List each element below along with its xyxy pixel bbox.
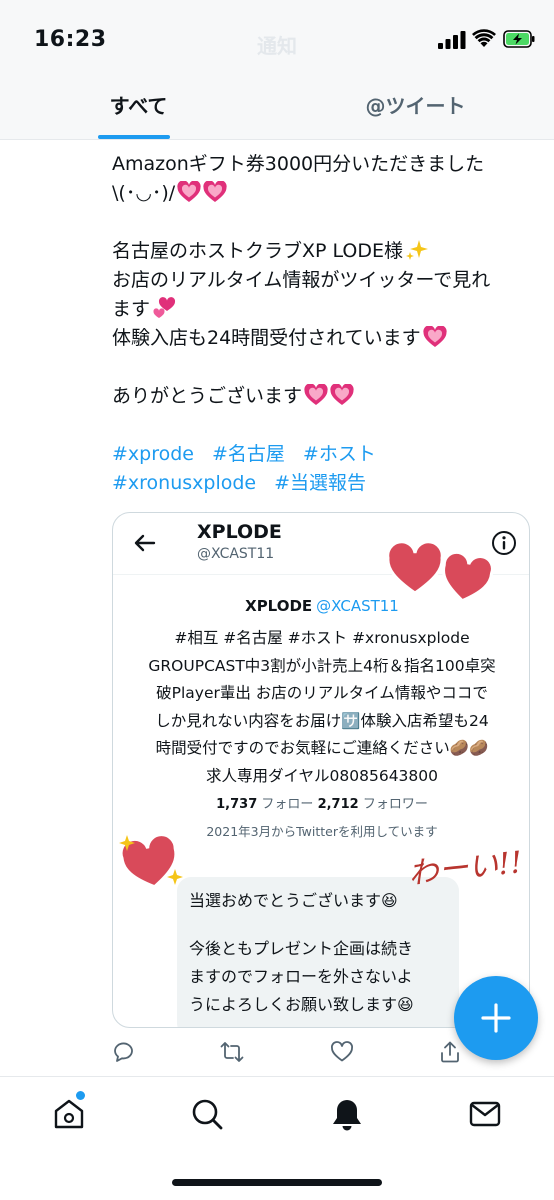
tweet-line: \(･◡･)/ <box>112 179 542 208</box>
tab-mentions[interactable]: @ツイート <box>277 80 554 140</box>
hashtag-link[interactable]: #名古屋 <box>212 443 285 465</box>
bottom-navigation <box>0 1076 554 1200</box>
tweet-line: ありがとうございます <box>112 382 542 411</box>
bio-line: 破Player輩出 お店のリアルタイム情報やココで <box>156 684 488 702</box>
followers-count: 2,712 <box>317 797 359 812</box>
two-hearts-icon <box>153 297 176 318</box>
dm-line: うによろしくお願い致します😆 <box>189 995 414 1014</box>
wifi-icon <box>472 29 496 47</box>
tweet-line: お店のリアルタイム情報がツイッターで見れ <box>112 269 491 291</box>
home-icon[interactable] <box>52 1097 86 1131</box>
hashtag-link[interactable]: #xprode <box>112 443 194 465</box>
tweet-line: ます <box>112 295 542 324</box>
hashtag-list: #xprode #名古屋 #ホスト #xronusxplode #当選報告 <box>112 440 542 498</box>
messages-icon[interactable] <box>468 1097 502 1131</box>
bio-line: 時間受付ですのでお気軽にご連絡ください🥔🥔 <box>155 739 489 757</box>
sparkling-heart-icon <box>330 384 354 405</box>
sparkling-heart-icon <box>423 326 447 347</box>
dm-line: 当選おめでとうございます😆 <box>189 891 398 910</box>
compose-tweet-button[interactable] <box>454 976 538 1060</box>
plus-icon <box>481 1003 511 1033</box>
sparkling-heart-icon <box>177 181 201 202</box>
search-icon[interactable] <box>190 1097 224 1131</box>
sparkling-heart-icon <box>304 384 328 405</box>
tweet-line: Amazonギフト券3000円分いただきました <box>112 153 485 175</box>
tweet-line: 名古屋のホストクラブXP LODE様 <box>112 237 542 266</box>
bio-line: GROUPCAST中3割が小計売上4桁＆指名100卓突 <box>148 656 496 675</box>
hashtag-link[interactable]: #xronusxplode <box>112 472 256 494</box>
active-tab-indicator <box>98 135 170 139</box>
retweet-icon[interactable] <box>220 1040 244 1064</box>
sparkling-heart-icon <box>203 181 227 202</box>
sparkles-icon <box>406 240 429 260</box>
followers-label: フォロワー <box>362 797 428 812</box>
home-indicator <box>172 1179 382 1186</box>
profile-name: XPLODE <box>245 597 313 615</box>
tweet-text: Amazonギフト券3000円分いただきました \(･◡･)/ 名古屋のホストク… <box>112 150 542 498</box>
back-arrow-icon[interactable] <box>133 531 157 555</box>
profile-bio: #相互 #名古屋 #ホスト #xronusxplode GROUPCAST中3割… <box>123 625 521 790</box>
info-icon[interactable] <box>491 530 517 556</box>
tweet-actions <box>112 1038 472 1068</box>
like-icon[interactable] <box>330 1040 354 1064</box>
dm-line: 今後ともプレゼント企画は続き <box>189 939 414 958</box>
follow-stats: 1,737 フォロー 2,712 フォロワー <box>113 793 529 812</box>
bio-line: 求人専用ダイヤル08085643800 <box>205 766 438 785</box>
following-count: 1,737 <box>216 797 258 812</box>
heart-sticker-icon <box>442 553 493 603</box>
hashtag-link[interactable]: #当選報告 <box>274 472 366 494</box>
share-icon[interactable] <box>438 1040 462 1064</box>
profile-header-name: XPLODE <box>197 521 282 543</box>
heart-sticker-icon <box>386 543 444 595</box>
home-unread-dot <box>76 1091 85 1100</box>
following-label: フォロー <box>261 797 314 812</box>
attached-image[interactable]: XPLODE @XCAST11 XPLODE @XCAST11 #相互 #名古屋 … <box>112 512 530 1028</box>
notification-tabs: すべて @ツイート <box>0 80 554 140</box>
page-title: 通知 <box>257 34 297 58</box>
reply-icon[interactable] <box>112 1040 136 1064</box>
battery-charging-icon <box>503 30 535 48</box>
hashtag-link[interactable]: #ホスト <box>303 443 376 465</box>
status-bar: 16:23 通知 <box>0 0 554 80</box>
bio-line: #相互 #名古屋 #ホスト #xronusxplode <box>174 629 470 647</box>
tweet-line: 体験入店も24時間受付されています <box>112 324 542 353</box>
dm-message-bubble: 当選おめでとうございます😆 今後ともプレゼント企画は続き ますのでフォローを外さ… <box>177 877 459 1027</box>
profile-handle: @XCAST11 <box>316 597 399 615</box>
tab-all[interactable]: すべて <box>0 80 277 140</box>
cellular-signal-icon <box>438 31 466 49</box>
dm-line: ますのでフォローを外さないよ <box>189 967 413 986</box>
profile-header-handle: @XCAST11 <box>197 546 275 562</box>
notifications-icon[interactable] <box>330 1097 364 1131</box>
handwritten-sticker: わーい!! <box>406 845 525 892</box>
bio-line: しか見れない内容をお届け🈂️体験入店希望も24 <box>155 711 489 730</box>
heart-sticker-icon <box>119 833 183 889</box>
